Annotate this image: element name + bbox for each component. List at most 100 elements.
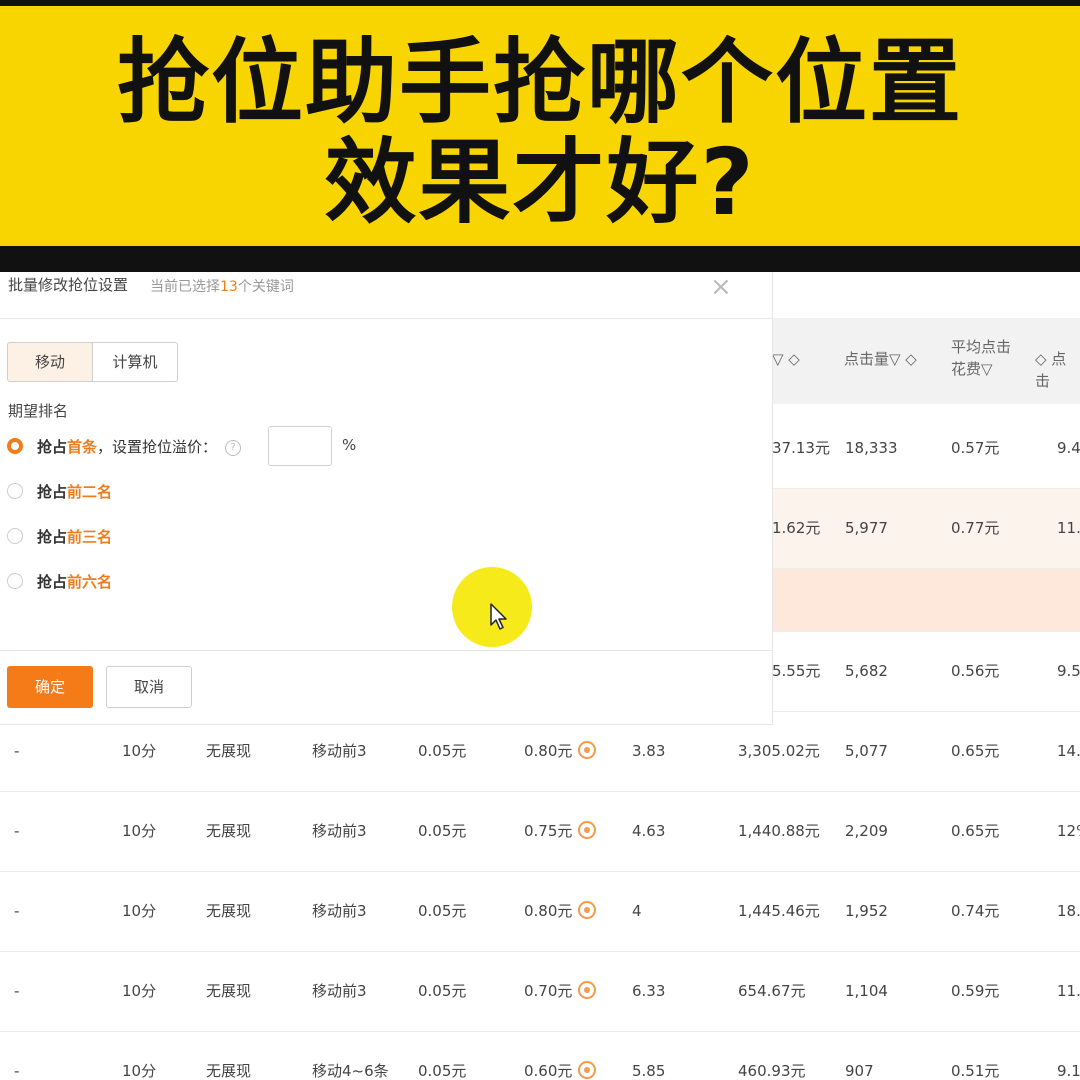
option-highlight: 前三名 — [67, 528, 113, 546]
cell-dash: - — [14, 982, 20, 1000]
dialog-header-divider — [0, 318, 772, 319]
cell-target-rank: 移动4~6条 — [312, 1062, 389, 1080]
cell-rate: 11. — [1057, 982, 1080, 1000]
cell-cost: 1,440.88元 — [738, 822, 820, 840]
cell-avg-rank: 5.85 — [632, 1062, 666, 1080]
cell-cost: 1.62元 — [772, 519, 821, 537]
cell-clicks: 2,209 — [845, 822, 888, 840]
edit-bid-icon[interactable] — [578, 980, 597, 999]
cell-quality-score: 10分 — [122, 1062, 157, 1080]
percent-sign: % — [342, 436, 357, 454]
cell-avg-cost: 0.59元 — [951, 982, 1000, 1000]
cell-rate: 14. — [1057, 742, 1080, 760]
bid-value: 0.80元 — [524, 902, 573, 920]
cell-cost: 654.67元 — [738, 982, 806, 1000]
cell-clicks: 18,333 — [845, 439, 898, 457]
header-avg-cost-line2[interactable]: 花费▽ — [951, 358, 993, 380]
cell-avg-rank: 6.33 — [632, 982, 666, 1000]
cell-avg-cost: 0.74元 — [951, 902, 1000, 920]
radio-top-two[interactable] — [7, 483, 23, 499]
confirm-button[interactable]: 确定 — [7, 666, 93, 708]
tab-computer[interactable]: 计算机 — [93, 342, 178, 382]
cell-rate: 9.1 — [1057, 1062, 1080, 1080]
edit-bid-icon[interactable] — [578, 820, 597, 839]
cell-bid: 0.80元 — [524, 872, 597, 951]
option-highlight: 前二名 — [67, 483, 113, 501]
table-row[interactable]: - 10分 无展现 移动前3 0.05元 0.70元 6.33 654.67元 … — [0, 952, 1080, 1032]
cell-avg-cost: 0.65元 — [951, 822, 1000, 840]
option-top-three-text: 抢占前三名 — [37, 525, 112, 549]
bid-value: 0.75元 — [524, 822, 573, 840]
title-banner: 抢位助手抢哪个位置 效果才好? — [0, 6, 1080, 246]
header-filter-partial[interactable]: ▽ ◇ — [772, 348, 800, 370]
cell-dash: - — [14, 902, 20, 920]
cell-rate: 12% — [1057, 822, 1080, 840]
header-avg-cost-line1[interactable]: 平均点击 — [951, 336, 1011, 358]
cell-premium: 0.05元 — [418, 982, 467, 1000]
header-clicks[interactable]: 点击量▽ ◇ — [844, 348, 917, 370]
cell-rate: 11. — [1057, 519, 1080, 537]
option-prefix: 抢占 — [37, 483, 68, 501]
cell-dash: - — [14, 1062, 20, 1080]
cell-cost: 5.55元 — [772, 662, 821, 680]
radio-first-position[interactable] — [7, 438, 23, 454]
expected-rank-label: 期望排名 — [8, 402, 69, 420]
cell-target-rank: 移动前3 — [312, 822, 367, 840]
cell-clicks: 5,977 — [845, 519, 888, 537]
bid-value: 0.80元 — [524, 742, 573, 760]
edit-bid-icon[interactable] — [578, 740, 597, 759]
banner-title-line1: 抢位助手抢哪个位置 — [116, 29, 963, 136]
cell-target-rank: 移动前3 — [312, 902, 367, 920]
cell-avg-cost: 0.56元 — [951, 662, 1000, 680]
banner-bottom-border — [0, 246, 1080, 272]
cell-quality-score: 10分 — [122, 822, 157, 840]
device-segmented-control: 移动 计算机 — [7, 342, 178, 382]
dialog-footer-divider — [0, 650, 772, 651]
dialog-subtitle: 当前已选择13个关键词 — [150, 276, 294, 296]
cell-premium: 0.05元 — [418, 822, 467, 840]
bid-value: 0.60元 — [524, 1062, 573, 1080]
cell-status: 无展现 — [206, 902, 252, 920]
cancel-button[interactable]: 取消 — [106, 666, 192, 708]
cell-avg-cost: 0.57元 — [951, 439, 1000, 457]
cell-cost: 37.13元 — [772, 439, 830, 457]
cell-avg-cost: 0.77元 — [951, 519, 1000, 537]
cell-premium: 0.05元 — [418, 902, 467, 920]
option-first-text: 抢占首条，设置抢位溢价：? — [37, 435, 242, 459]
cell-dash: - — [14, 822, 20, 840]
option-highlight: 首条 — [67, 438, 98, 456]
cell-clicks: 1,104 — [845, 982, 888, 1000]
cell-bid: 0.75元 — [524, 792, 597, 871]
batch-bid-settings-dialog: 批量修改抢位设置 当前已选择13个关键词 × 移动 计算机 期望排名 抢占首条，… — [0, 272, 773, 725]
cell-status: 无展现 — [206, 982, 252, 1000]
edit-bid-icon[interactable] — [578, 900, 597, 919]
subtitle-prefix: 当前已选择 — [150, 279, 220, 295]
cell-rate: 9.4 — [1057, 439, 1080, 457]
close-icon[interactable]: × — [710, 274, 732, 300]
cell-clicks: 5,077 — [845, 742, 888, 760]
banner-title-line2: 效果才好? — [324, 129, 756, 236]
cell-cost: 460.93元 — [738, 1062, 806, 1080]
mouse-pointer-icon — [490, 603, 507, 630]
radio-top-six[interactable] — [7, 573, 23, 589]
tab-mobile[interactable]: 移动 — [7, 342, 93, 382]
table-row[interactable]: - 10分 无展现 移动前3 0.05元 0.75元 4.63 1,440.88… — [0, 792, 1080, 872]
header-next-col[interactable]: ◇ 点击 — [1035, 348, 1080, 392]
table-row[interactable]: - 10分 无展现 移动前3 0.05元 0.80元 4 1,445.46元 1… — [0, 872, 1080, 952]
option-prefix: 抢占 — [37, 438, 68, 456]
option-prefix: 抢占 — [37, 528, 68, 546]
radio-top-three[interactable] — [7, 528, 23, 544]
premium-percent-input[interactable] — [268, 426, 332, 466]
cell-clicks: 1,952 — [845, 902, 888, 920]
selected-count: 13 — [220, 279, 238, 295]
cell-clicks: 5,682 — [845, 662, 888, 680]
option-top-six-text: 抢占前六名 — [37, 570, 112, 594]
edit-bid-icon[interactable] — [578, 1060, 597, 1079]
subtitle-suffix: 个关键词 — [237, 279, 294, 295]
table-row[interactable]: - 10分 无展现 移动4~6条 0.05元 0.60元 5.85 460.93… — [0, 1032, 1080, 1080]
cell-rate: 9.5 — [1057, 662, 1080, 680]
help-icon[interactable]: ? — [225, 439, 242, 456]
option-prefix: 抢占 — [37, 573, 68, 591]
cell-status: 无展现 — [206, 822, 252, 840]
cell-bid: 0.70元 — [524, 952, 597, 1031]
